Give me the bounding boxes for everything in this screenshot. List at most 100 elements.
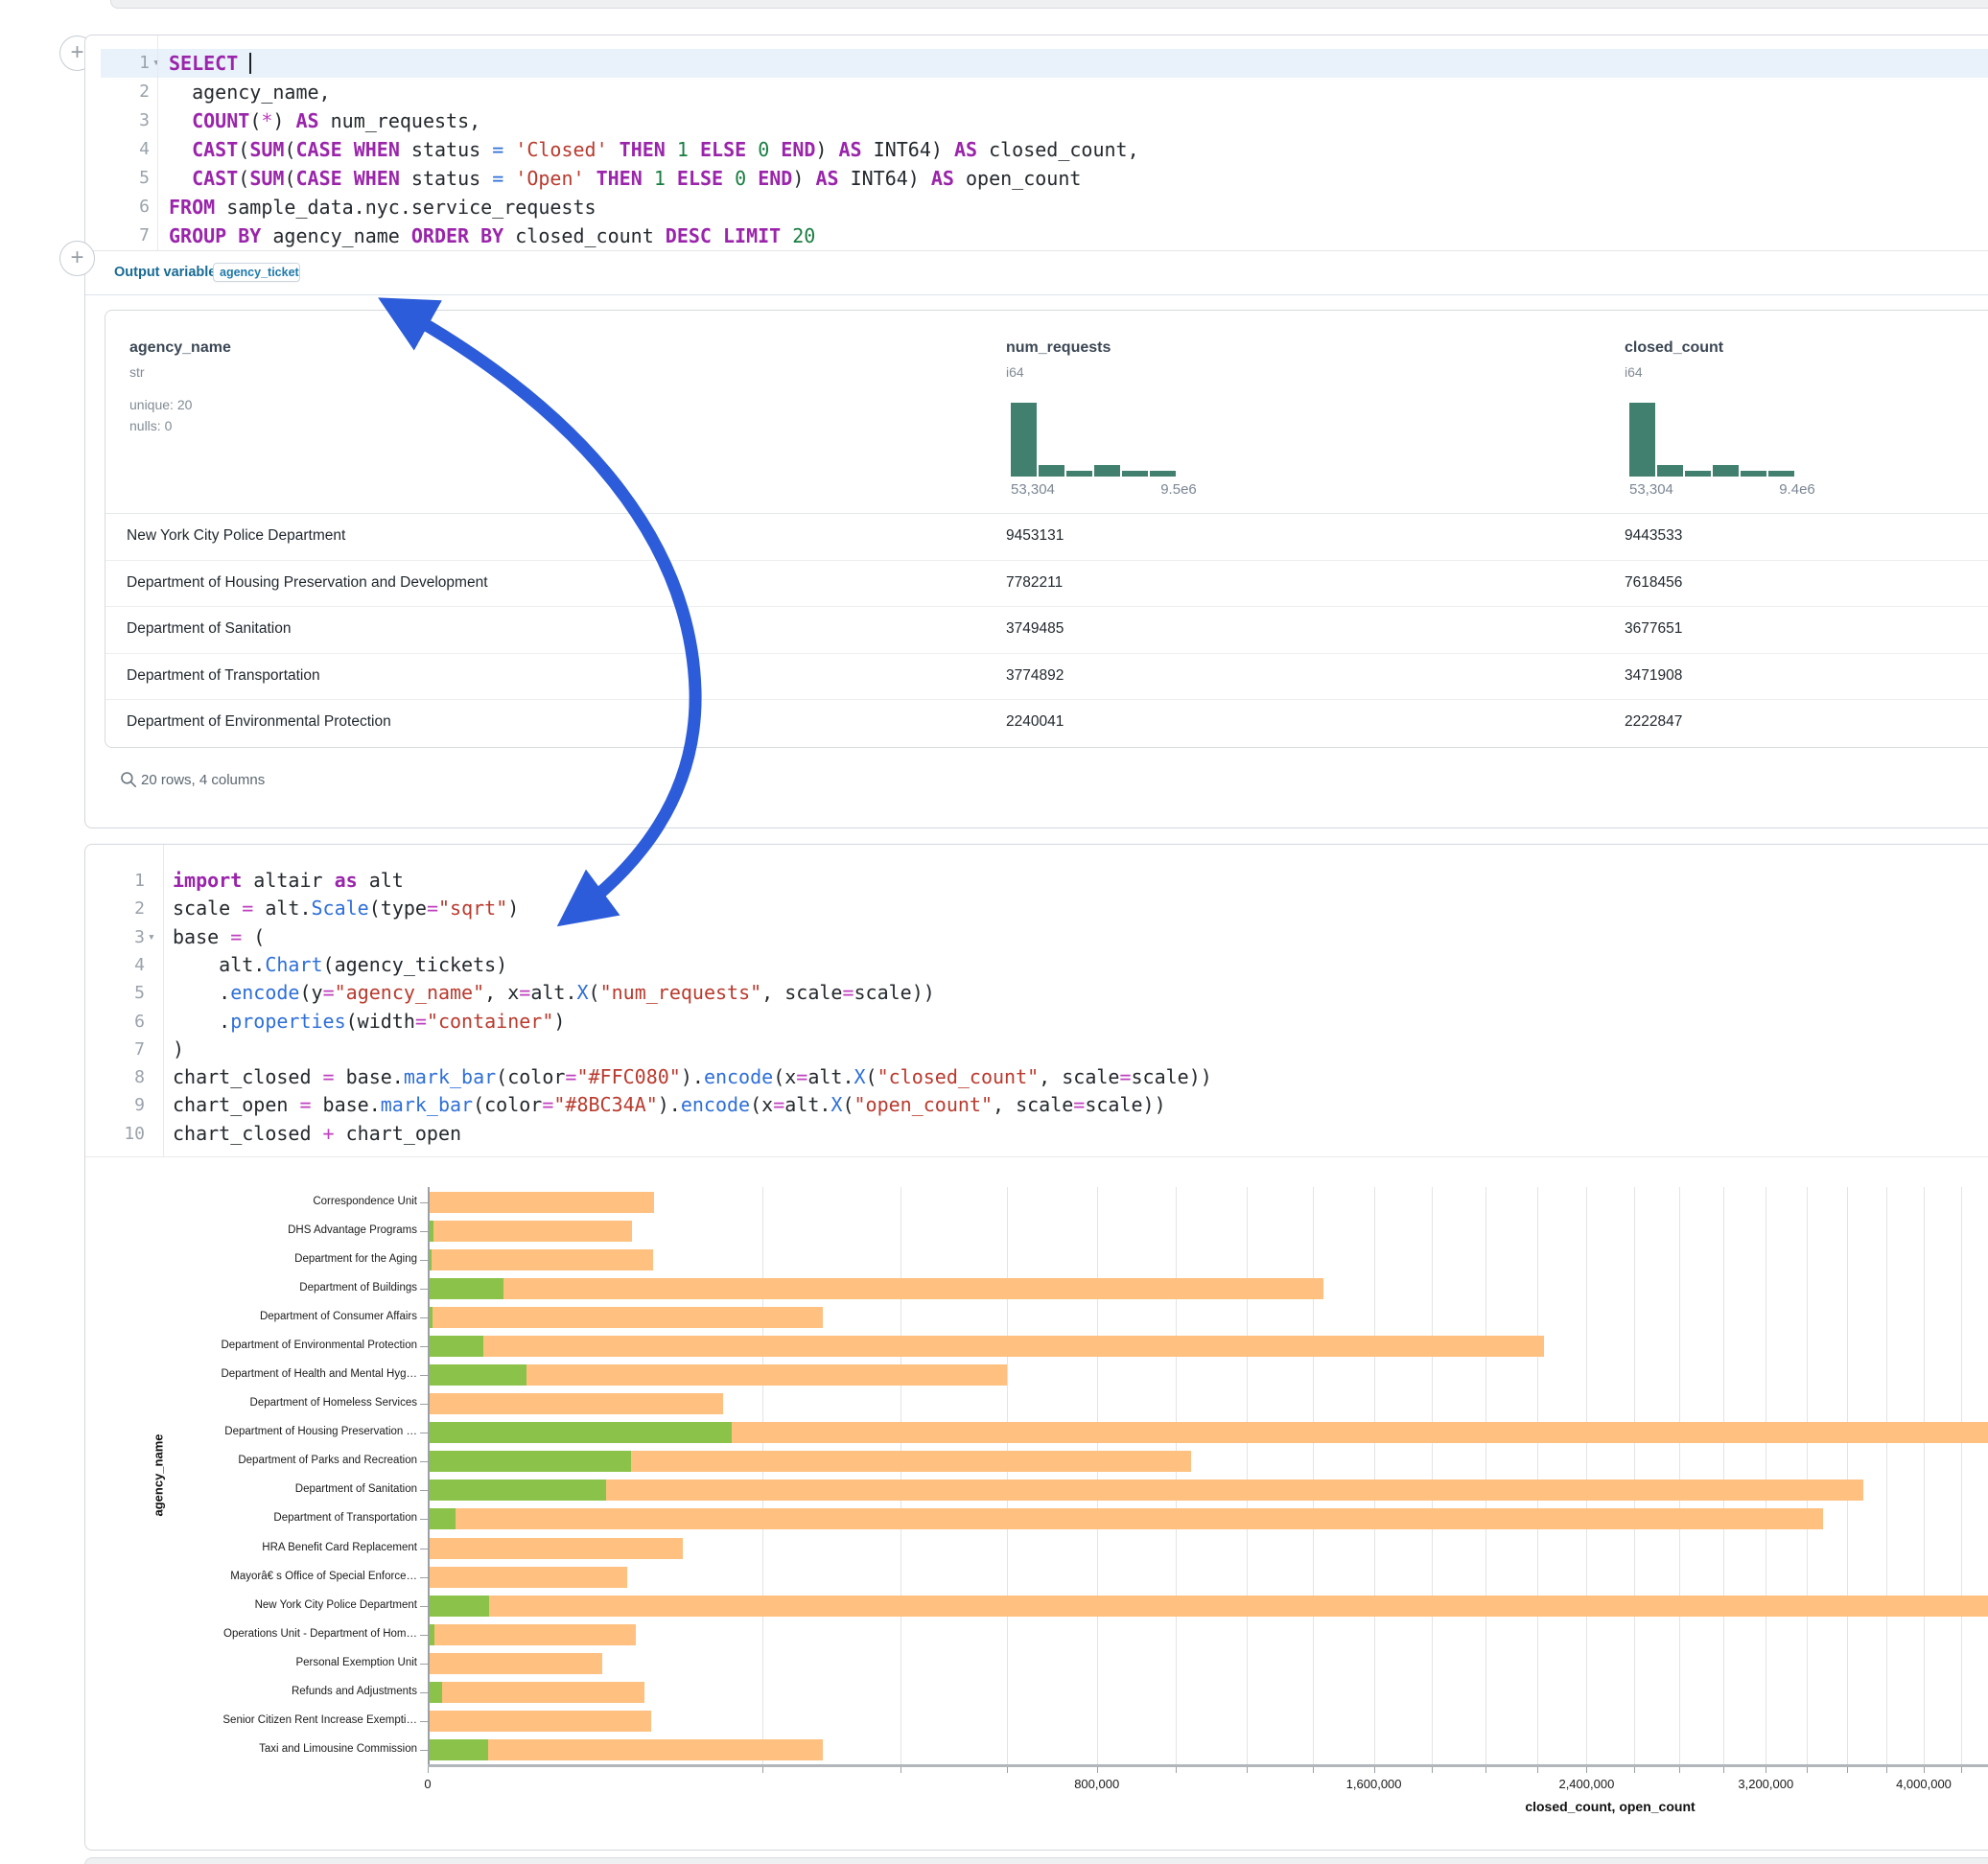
bar-closed-count: [430, 1538, 683, 1559]
python-cell: 1import altair as alt2scale = alt.Scale(…: [84, 844, 1988, 1851]
line-number: 3: [85, 923, 145, 951]
code-line[interactable]: 4 CAST(SUM(CASE WHEN status = 'Closed' T…: [85, 135, 1988, 164]
x-axis-tick: [1924, 1767, 1925, 1773]
line-number: 5: [85, 979, 145, 1007]
table-row: Department of Housing Preservation and D…: [105, 560, 1988, 606]
line-number: 1: [85, 49, 150, 78]
x-axis-tick: [1176, 1767, 1177, 1773]
code-text: chart_closed + chart_open: [173, 1120, 461, 1148]
column-type: i64: [1006, 364, 1024, 380]
y-axis-label: Department of Sanitation: [101, 1483, 417, 1495]
code-line[interactable]: 2scale = alt.Scale(type="sqrt"): [85, 895, 1988, 922]
bar-open-count: [430, 1508, 456, 1529]
x-axis-tick: [428, 1767, 429, 1773]
table-cell: New York City Police Department: [127, 513, 345, 559]
x-axis-tick: [1886, 1767, 1887, 1773]
table-cell: 9453131: [1006, 513, 1064, 559]
x-axis-title: closed_count, open_count: [1418, 1799, 1802, 1814]
gridline: [1432, 1187, 1433, 1765]
y-axis-label: Department of Homeless Services: [101, 1397, 417, 1409]
gridline: [1723, 1187, 1724, 1765]
gridline: [1924, 1187, 1925, 1765]
collapse-chevron-icon[interactable]: ▾: [148, 923, 155, 951]
line-number: 10: [85, 1120, 145, 1148]
code-line[interactable]: 1import altair as alt: [85, 867, 1988, 895]
bar-open-count: [430, 1249, 433, 1270]
bar-open-count: [430, 1422, 733, 1443]
column-header[interactable]: agency_name: [129, 339, 231, 357]
gridline: [1961, 1187, 1962, 1765]
code-line[interactable]: 6 .properties(width="container"): [85, 1008, 1988, 1036]
gridline: [1313, 1187, 1314, 1765]
y-axis-label: Department of Housing Preservation …: [101, 1426, 417, 1437]
line-number: 6: [85, 193, 150, 221]
dataframe-preview-table: agency_namestrunique: 20nulls: 0num_requ…: [105, 310, 1988, 748]
line-number: 6: [85, 1008, 145, 1036]
column-header[interactable]: closed_count: [1625, 339, 1723, 357]
y-axis-label: Department of Transportation: [101, 1512, 417, 1524]
code-text: base = (: [173, 923, 265, 951]
y-axis-label: Operations Unit - Department of Hom…: [101, 1628, 417, 1640]
output-variable-pill[interactable]: agency_tickets: [213, 263, 300, 282]
code-text: CAST(SUM(CASE WHEN status = 'Open' THEN …: [169, 164, 1081, 193]
line-number: 8: [85, 1063, 145, 1091]
code-line[interactable]: 10 chart_closed + chart_open: [85, 1120, 1988, 1148]
code-line[interactable]: 8chart_closed = base.mark_bar(color="#FF…: [85, 1063, 1988, 1091]
y-axis-label: Taxi and Limousine Commission: [101, 1743, 417, 1755]
code-line[interactable]: 7): [85, 1036, 1988, 1063]
bar-closed-count: [430, 1567, 627, 1588]
y-axis-tick: [420, 1404, 428, 1405]
gridline: [1634, 1187, 1635, 1765]
bar-closed-count: [430, 1307, 824, 1328]
table-cell: 7782211: [1006, 560, 1063, 606]
notebook-page: + 1▾SELECT 2 agency_name,3 COUNT(*) AS n…: [0, 0, 1988, 1864]
y-axis-tick: [420, 1375, 428, 1376]
add-cell-button-middle[interactable]: +: [59, 241, 95, 276]
code-line[interactable]: 2 agency_name,: [85, 78, 1988, 106]
column-header[interactable]: num_requests: [1006, 339, 1111, 357]
code-line[interactable]: 7GROUP BY agency_name ORDER BY closed_co…: [85, 221, 1988, 250]
y-axis-label: Department of Health and Mental Hyg…: [101, 1368, 417, 1380]
next-cell-edge: [84, 1857, 1988, 1864]
y-axis-label: Department of Parks and Recreation: [101, 1455, 417, 1466]
code-text: CAST(SUM(CASE WHEN status = 'Closed' THE…: [169, 135, 1139, 164]
x-axis-tick-label: 3,200,000: [1708, 1777, 1823, 1791]
y-axis-label: HRA Benefit Card Replacement: [101, 1542, 417, 1553]
histogram-max-label: 9.4e6: [1744, 481, 1850, 498]
y-axis-label: Department of Consumer Affairs: [101, 1311, 417, 1322]
y-axis-label: Personal Exemption Unit: [101, 1657, 417, 1668]
y-axis-label: Senior Citizen Rent Increase Exempti…: [101, 1714, 417, 1726]
bar-open-count: [430, 1480, 606, 1501]
code-line[interactable]: 3 COUNT(*) AS num_requests,: [85, 106, 1988, 135]
code-text: COUNT(*) AS num_requests,: [169, 106, 480, 135]
y-axis-tick: [420, 1461, 428, 1462]
y-axis-tick: [420, 1202, 428, 1203]
y-axis-tick: [420, 1606, 428, 1607]
y-axis-tick: [420, 1664, 428, 1665]
gridline: [762, 1187, 763, 1765]
code-line[interactable]: 6FROM sample_data.nyc.service_requests: [85, 193, 1988, 221]
line-number: 2: [85, 895, 145, 922]
bar-closed-count: [430, 1653, 602, 1674]
code-line[interactable]: 1▾SELECT: [85, 49, 1988, 78]
bar-closed-count: [430, 1508, 1823, 1529]
y-axis-label: DHS Advantage Programs: [101, 1224, 417, 1236]
python-code-editor[interactable]: 1import altair as alt2scale = alt.Scale(…: [85, 845, 1988, 1156]
bar-closed-count: [430, 1711, 651, 1732]
code-line[interactable]: 5 CAST(SUM(CASE WHEN status = 'Open' THE…: [85, 164, 1988, 193]
column-type: i64: [1625, 364, 1643, 380]
output-variable-label: Output variable:: [114, 251, 221, 294]
code-line[interactable]: 9chart_open = base.mark_bar(color="#8BC3…: [85, 1091, 1988, 1119]
code-text: .encode(y="agency_name", x=alt.X("num_re…: [173, 979, 935, 1007]
sql-code-editor[interactable]: 1▾SELECT 2 agency_name,3 COUNT(*) AS num…: [85, 35, 1988, 250]
collapse-chevron-icon[interactable]: ▾: [152, 49, 160, 78]
search-icon[interactable]: [120, 771, 137, 788]
code-line[interactable]: 4 alt.Chart(agency_tickets): [85, 951, 1988, 979]
table-cell: 3677651: [1625, 606, 1682, 652]
table-cell: Department of Environmental Protection: [127, 699, 391, 745]
code-line[interactable]: 3▾ base = (: [85, 923, 1988, 951]
code-line[interactable]: 5 .encode(y="agency_name", x=alt.X("num_…: [85, 979, 1988, 1007]
y-axis-label: Refunds and Adjustments: [101, 1686, 417, 1697]
bar-open-count: [430, 1307, 433, 1328]
gridline: [1097, 1187, 1098, 1765]
